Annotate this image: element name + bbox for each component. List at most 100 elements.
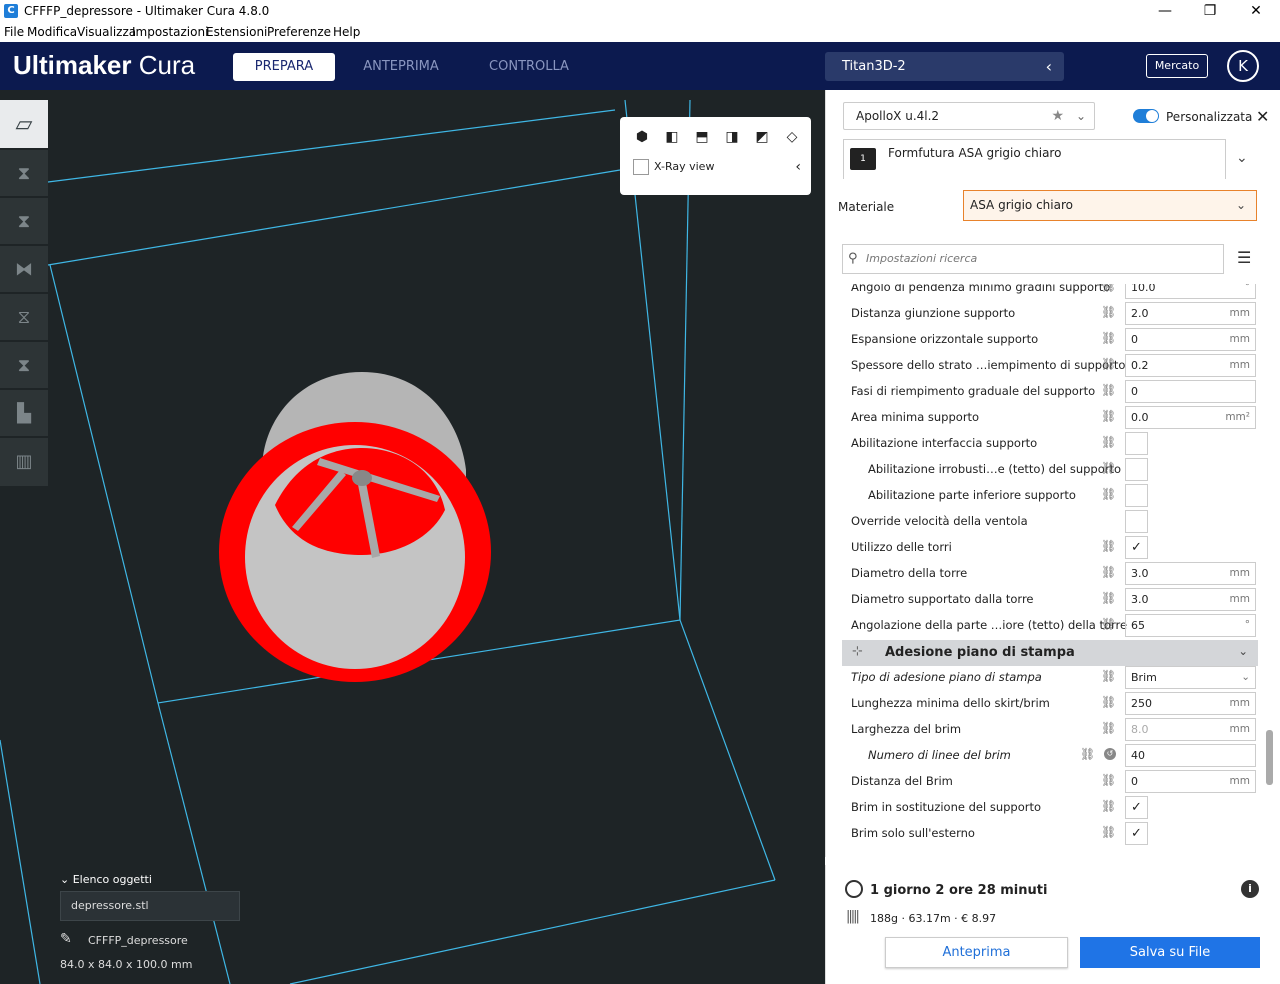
setting-input[interactable]: 0.2 mm bbox=[1125, 354, 1256, 377]
tab-monitor[interactable]: CONTROLLA bbox=[478, 53, 580, 81]
search-icon: ⚲ bbox=[848, 251, 858, 266]
tool-extra-button[interactable]: ▥ bbox=[0, 438, 48, 488]
chevron-down-icon: ⌄ bbox=[1238, 644, 1248, 658]
menu-help[interactable]: Help bbox=[333, 25, 360, 39]
scale-icon: ⧗ bbox=[17, 211, 31, 232]
chevron-left-icon[interactable]: ‹ bbox=[795, 159, 801, 175]
setting-input[interactable]: 0 mm bbox=[1125, 770, 1256, 793]
xray-label: X-Ray view bbox=[654, 160, 715, 173]
link-icon: ⛓ bbox=[1101, 357, 1117, 371]
chevron-down-icon: ⌄ bbox=[1235, 198, 1246, 212]
menu-preferenze[interactable]: Preferenze bbox=[267, 25, 331, 39]
star-icon[interactable]: ★ bbox=[1051, 103, 1064, 129]
3d-viewport[interactable] bbox=[0, 90, 825, 984]
save-to-file-button[interactable]: Salva su File bbox=[1080, 937, 1260, 968]
setting-unit: mm bbox=[1229, 723, 1250, 735]
profile-name: ApolloX u.4l.2 bbox=[856, 109, 940, 123]
view-layer-icon[interactable]: ◇ bbox=[782, 127, 802, 147]
view-front-icon[interactable]: ◧ bbox=[662, 127, 682, 147]
setting-input[interactable]: 0 mm bbox=[1125, 328, 1256, 351]
reset-icon[interactable]: ↺ bbox=[1104, 748, 1116, 760]
material-selector[interactable]: ASA grigio chiaro ⌄ bbox=[963, 190, 1257, 221]
setting-checkbox[interactable]: ✓ bbox=[1125, 796, 1148, 819]
profile-selector[interactable]: ApolloX u.4l.2 ★ ⌄ bbox=[843, 102, 1095, 130]
menu-modifica[interactable]: Modifica bbox=[27, 25, 77, 39]
setting-row: Angolo di pendenza minimo gradini suppor… bbox=[842, 284, 1258, 301]
job-name[interactable]: CFFFP_depressore bbox=[88, 934, 188, 947]
close-icon[interactable]: ✕ bbox=[1256, 107, 1269, 126]
setting-input[interactable]: 40 bbox=[1125, 744, 1256, 767]
menu-impostazioni[interactable]: Impostazioni bbox=[132, 25, 208, 39]
setting-value: Brim bbox=[1131, 671, 1157, 684]
setting-input[interactable]: 3.0 mm bbox=[1125, 562, 1256, 585]
view-top-icon[interactable]: ⬒ bbox=[692, 127, 712, 147]
menu-file[interactable]: File bbox=[4, 25, 24, 39]
setting-input[interactable]: 250 mm bbox=[1125, 692, 1256, 715]
extruder-icon: 1 bbox=[850, 148, 876, 170]
open-file-button[interactable]: ▱ bbox=[0, 100, 48, 150]
tab-preview[interactable]: ANTEPRIMA bbox=[350, 53, 452, 81]
info-icon[interactable]: i bbox=[1241, 880, 1259, 898]
setting-checkbox[interactable]: ✓ bbox=[1125, 822, 1148, 845]
setting-dropdown[interactable]: Brim ⌄ bbox=[1125, 666, 1256, 689]
setting-row: Larghezza del brim ⛓ 8.0 mm bbox=[842, 717, 1258, 743]
view-right-icon[interactable]: ◩ bbox=[752, 127, 772, 147]
setting-value: 65 bbox=[1131, 619, 1145, 632]
setting-input[interactable]: 0 bbox=[1125, 380, 1256, 403]
link-icon: ⛓ bbox=[1101, 565, 1117, 579]
move-tool-button[interactable]: ⧗ bbox=[0, 150, 48, 198]
machine-selector[interactable]: Titan3D-2 ‹ bbox=[825, 52, 1064, 81]
build-volume-edge bbox=[0, 739, 41, 984]
close-button[interactable]: ✕ bbox=[1233, 0, 1279, 23]
setting-checkbox[interactable] bbox=[1125, 432, 1148, 455]
tab-prepare[interactable]: PREPARA bbox=[233, 53, 335, 81]
object-list-toggle[interactable]: ⌄ Elenco oggetti bbox=[60, 873, 260, 886]
link-icon: ⛓ bbox=[1080, 747, 1096, 761]
setting-row: Tipo di adesione piano di stampa ⛓ Brim ⌄ bbox=[842, 665, 1258, 691]
pencil-icon[interactable]: ✎ bbox=[60, 931, 72, 947]
mirror-icon: ⧖ bbox=[17, 307, 31, 328]
per-model-settings-button[interactable]: ⧗ bbox=[0, 342, 48, 390]
settings-search-input[interactable]: ⚲ Impostazioni ricerca bbox=[842, 244, 1224, 274]
setting-label: Abilitazione interfaccia supporto bbox=[851, 436, 1038, 450]
menu-estensioni[interactable]: Estensioni bbox=[206, 25, 267, 39]
setting-input[interactable]: 10.0 ° bbox=[1125, 284, 1256, 299]
setting-value: 40 bbox=[1131, 749, 1145, 762]
scene-canvas bbox=[0, 99, 776, 984]
xray-checkbox[interactable] bbox=[633, 159, 649, 175]
settings-scrollbar[interactable] bbox=[1266, 730, 1273, 785]
setting-input[interactable]: 3.0 mm bbox=[1125, 588, 1256, 611]
mirror-tool-button[interactable]: ⧖ bbox=[0, 294, 48, 342]
setting-value: 3.0 bbox=[1131, 593, 1149, 606]
minimize-button[interactable]: — bbox=[1142, 0, 1188, 23]
custom-mode-toggle[interactable] bbox=[1133, 109, 1159, 123]
settings-menu-icon[interactable]: ☰ bbox=[1237, 248, 1251, 267]
category-adhesion[interactable]: ⊹ Adesione piano di stampa ⌄ bbox=[842, 640, 1258, 666]
preview-button[interactable]: Anteprima bbox=[885, 937, 1068, 968]
chevron-down-icon[interactable]: ⌄ bbox=[1236, 150, 1248, 166]
rotate-tool-button[interactable]: ⧓ bbox=[0, 246, 48, 294]
setting-row: Distanza del Brim ⛓ 0 mm bbox=[842, 769, 1258, 795]
setting-row: Diametro della torre ⛓ 3.0 mm bbox=[842, 561, 1258, 587]
setting-input[interactable]: 8.0 mm bbox=[1125, 718, 1256, 741]
setting-checkbox[interactable] bbox=[1125, 458, 1148, 481]
setting-input[interactable]: 65 ° bbox=[1125, 614, 1256, 637]
menu-visualizza[interactable]: Visualizza bbox=[77, 25, 136, 39]
setting-checkbox[interactable] bbox=[1125, 510, 1148, 533]
scale-tool-button[interactable]: ⧗ bbox=[0, 198, 48, 246]
per-model-icon: ⧗ bbox=[17, 355, 31, 376]
setting-row: Brim in sostituzione del supporto ⛓ ✓ bbox=[842, 795, 1258, 821]
view-3d-icon[interactable]: ⬢ bbox=[632, 127, 652, 147]
print-settings-panel: ApolloX u.4l.2 ★ ⌄ Personalizzata ✕ 1 Fo… bbox=[825, 90, 1280, 857]
marketplace-button[interactable]: Mercato bbox=[1146, 54, 1208, 78]
extruder-tab[interactable]: 1 Formfutura ASA grigio chiaro bbox=[843, 139, 1226, 179]
support-blocker-button[interactable]: ▙ bbox=[0, 390, 48, 438]
view-left-icon[interactable]: ◨ bbox=[722, 127, 742, 147]
object-list-item[interactable]: depressore.stl bbox=[60, 891, 240, 921]
setting-checkbox[interactable] bbox=[1125, 484, 1148, 507]
account-avatar[interactable]: K bbox=[1227, 50, 1259, 82]
setting-input[interactable]: 0.0 mm² bbox=[1125, 406, 1256, 429]
maximize-button[interactable]: ❐ bbox=[1187, 0, 1233, 23]
setting-checkbox[interactable]: ✓ bbox=[1125, 536, 1148, 559]
setting-input[interactable]: 2.0 mm bbox=[1125, 302, 1256, 325]
